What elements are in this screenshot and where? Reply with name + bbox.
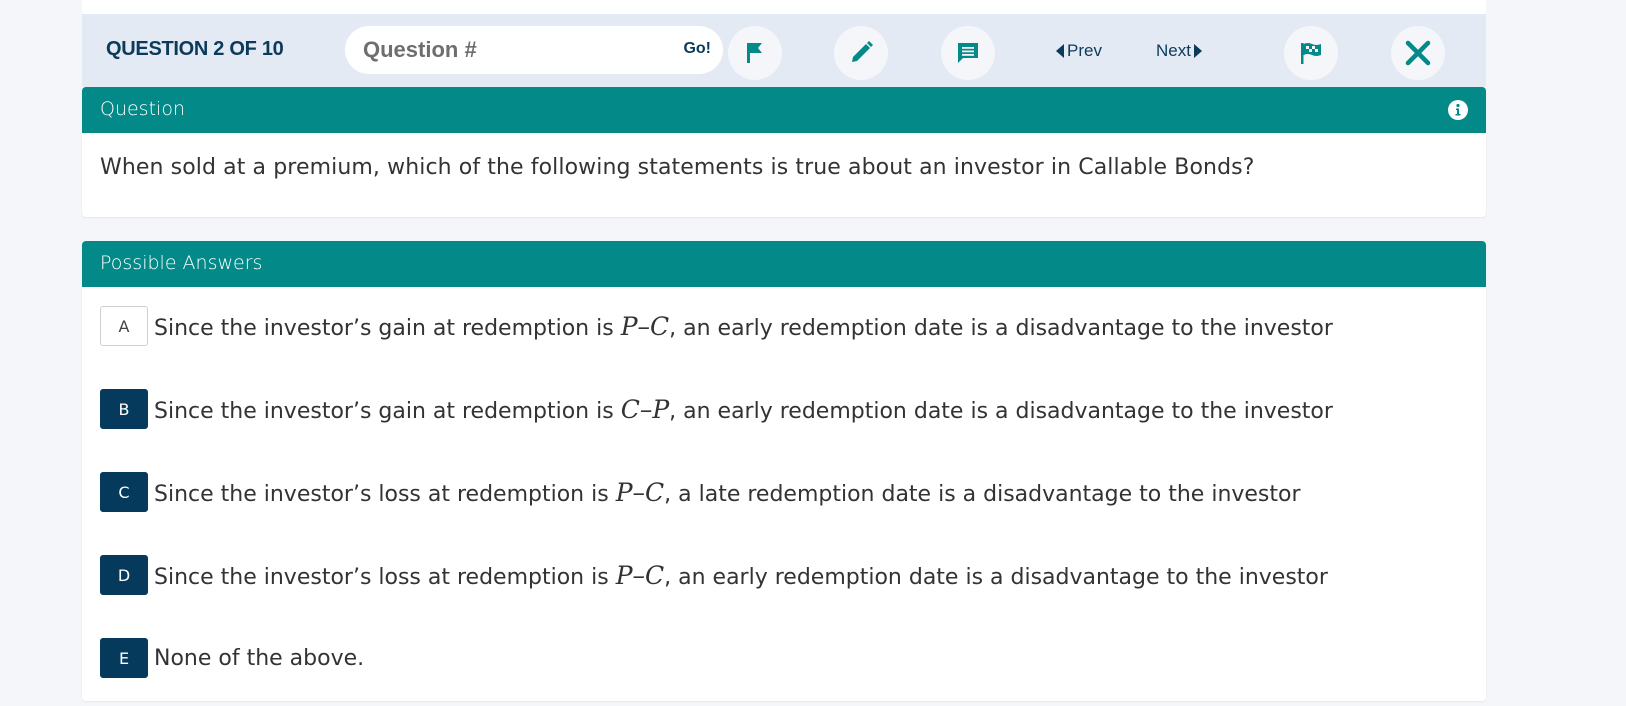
answer-letter[interactable]: A [100,306,148,346]
answer-text: Since the investor’s loss at redemption … [154,478,1301,507]
answer-letter[interactable]: D [100,555,148,595]
answer-letter[interactable]: B [100,389,148,429]
flag-icon [747,43,762,63]
edit-button[interactable] [834,26,888,80]
next-button[interactable]: Next [1156,41,1202,61]
answer-option-c[interactable]: C Since the investor’s loss at redemptio… [100,471,1468,513]
question-toolbar: QUESTION 2 OF 10 Go! Prev Next [82,14,1486,87]
prev-button[interactable]: Prev [1056,41,1102,61]
question-panel-header: Question [82,87,1486,133]
caret-left-icon [1056,44,1064,58]
answer-letter[interactable]: E [100,638,148,678]
answer-math: P–C [620,311,670,341]
answer-text: Since the investor’s gain at redemption … [154,395,1333,424]
answer-option-b[interactable]: B Since the investor’s gain at redemptio… [100,388,1468,430]
next-label: Next [1156,41,1191,60]
question-text: When sold at a premium, which of the fol… [100,155,1255,180]
go-button[interactable]: Go! [683,40,711,58]
answer-text-post: , a late redemption date is a disadvanta… [664,481,1301,507]
top-strip [82,0,1486,14]
answers-list: A Since the investor’s gain at redemptio… [82,287,1486,679]
info-glyph [1455,103,1461,116]
pencil-icon [852,41,873,62]
answer-letter[interactable]: C [100,472,148,512]
checkered-flag-icon [1301,43,1321,64]
question-counter: QUESTION 2 OF 10 [106,38,284,60]
answer-text-pre: Since the investor’s loss at redemption … [154,481,616,507]
flag-button[interactable] [728,26,782,80]
caret-right-icon [1193,44,1202,58]
question-jump-box: Go! [345,26,723,74]
answer-option-e[interactable]: E None of the above. [100,637,1468,679]
question-panel: Question When sold at a premium, which o… [82,87,1486,217]
answer-math: C–P [620,394,670,424]
comment-icon [958,43,978,63]
answer-math: P–C [615,477,665,507]
close-button[interactable] [1391,26,1445,80]
answer-text: None of the above. [154,646,364,671]
answer-text-post: , an early redemption date is a disadvan… [664,564,1328,590]
answers-panel-title: Possible Answers [100,252,263,274]
comment-button[interactable] [941,26,995,80]
answer-text-post: , an early redemption date is a disadvan… [669,315,1333,341]
answer-text: Since the investor’s gain at redemption … [154,312,1333,341]
question-number-input[interactable] [363,34,663,66]
answer-text: Since the investor’s loss at redemption … [154,561,1328,590]
question-panel-title: Question [100,98,185,120]
close-icon [1405,40,1431,66]
answer-text-pre: None of the above. [154,645,365,671]
answer-math: P–C [615,560,665,590]
prev-label: Prev [1067,41,1102,60]
answer-option-d[interactable]: D Since the investor’s loss at redemptio… [100,554,1468,596]
answer-text-post: , an early redemption date is a disadvan… [669,398,1333,424]
finish-button[interactable] [1284,26,1338,80]
answer-option-a[interactable]: A Since the investor’s gain at redemptio… [100,305,1468,347]
info-icon[interactable] [1448,100,1468,120]
answer-text-pre: Since the investor’s gain at redemption … [154,398,621,424]
answer-text-pre: Since the investor’s loss at redemption … [154,564,616,590]
answers-panel-header: Possible Answers [82,241,1486,287]
answers-panel: Possible Answers A Since the investor’s … [82,241,1486,701]
answer-text-pre: Since the investor’s gain at redemption … [154,315,621,341]
